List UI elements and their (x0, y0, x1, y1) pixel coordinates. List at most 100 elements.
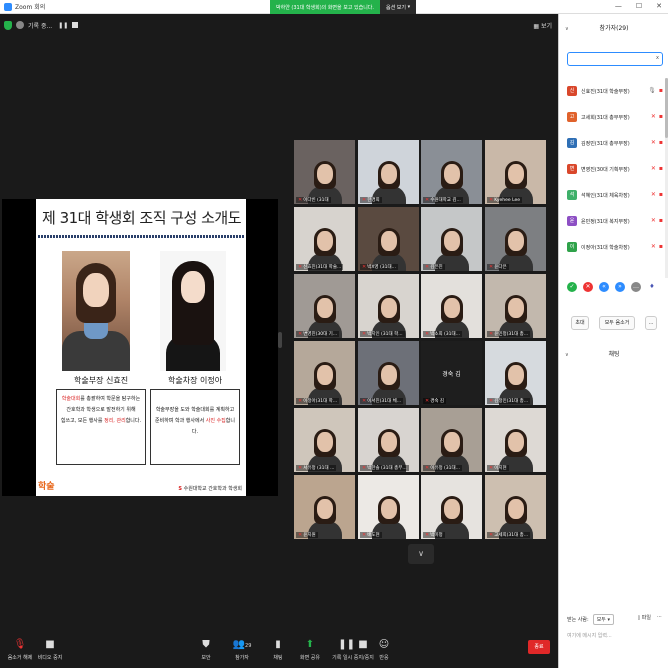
video-tile[interactable]: ✕ 김정민(31대 총... (485, 341, 546, 405)
stop-video-button[interactable]: ■ 비디오 중지 (30, 638, 70, 661)
mute-all-button[interactable]: 모두 음소거 (599, 316, 635, 330)
chat-recipient-select[interactable]: 모두 ▾ (592, 614, 614, 625)
participant-status-icons: 🎙 ▪ (648, 87, 663, 94)
next-page-button[interactable]: ∨ (408, 544, 434, 564)
chat-pane-header: ∨ 채팅 (559, 348, 668, 362)
stop-video-label: 비디오 중지 (37, 655, 63, 661)
video-tile[interactable]: ✕ Kyehee Lee (485, 140, 546, 204)
participant-name: 윤지원 (303, 533, 316, 538)
reactions-button[interactable]: ☺ 반응 (364, 638, 404, 661)
stop-recording-icon[interactable] (72, 22, 79, 28)
info-icon[interactable] (16, 21, 24, 29)
view-options-button[interactable]: 옵션 보기 ▾ (380, 0, 417, 14)
participant-name-label: ✕ 한경희 (360, 197, 382, 203)
video-tile[interactable]: ✕ 한경희 (358, 140, 419, 204)
collapse-chat-chevron-icon[interactable]: ∨ (565, 348, 569, 362)
participant-search-input[interactable]: x (567, 52, 663, 66)
mic-muted-icon: ✕ (362, 264, 367, 270)
video-tile[interactable]: ✕ 서유정 (31대 ... (294, 408, 355, 472)
chat-more-icon[interactable]: ⋯ (657, 614, 662, 621)
more-reactions-icon[interactable]: … (631, 282, 641, 292)
participant-name-label: ✕ 박지인 (31대 학... (360, 331, 405, 337)
mic-muted-icon: ✕ (362, 331, 367, 337)
video-tile[interactable]: ✕ 윤지원 (294, 475, 355, 539)
participant-row[interactable]: 신 신효진(31대 학술부장) 🎙 ▪ (559, 78, 668, 104)
mic-muted-icon: ✕ (489, 264, 494, 270)
participant-status-icons: ✕ ▪ (651, 191, 663, 198)
close-window-button[interactable]: ✕ (656, 2, 662, 10)
go-slower-icon[interactable]: « (599, 282, 609, 292)
participant-name: 고세희(31대 총... (494, 533, 529, 538)
pause-recording-icon[interactable]: ❚❚ (58, 22, 68, 29)
video-tile[interactable]: ✕ 윤다은 (485, 207, 546, 271)
coffee-icon[interactable]: ♦ (647, 282, 657, 292)
participant-name: 이서진(31대 체... (367, 399, 402, 404)
video-tile[interactable]: ✕ 박지인 (31대 학... (358, 274, 419, 338)
participant-row-name: 신효진(31대 학술부장) (581, 88, 630, 95)
participant-name: 김은진 (430, 265, 443, 270)
participant-status-icons: ✕ ▪ (651, 139, 663, 146)
participant-row[interactable]: 석 석혜인(31대 체육차장) ✕ ▪ (559, 182, 668, 208)
participants-button[interactable]: 👥29 참가자 (222, 638, 262, 661)
invite-button[interactable]: 초대 (571, 316, 589, 330)
slide-divider (38, 235, 244, 238)
video-tile[interactable]: ✕ 이유정 (31대... (421, 408, 482, 472)
video-tile[interactable]: ✕ 이지현 (485, 408, 546, 472)
participant-name-label: ✕ 이지현 (487, 465, 509, 471)
file-button[interactable]: ▯ 파일 (637, 614, 651, 621)
mic-muted-icon: ✕ (489, 398, 494, 404)
nonverbal-feedback-row: ✓ ✕ « » … ♦ (567, 282, 657, 292)
video-off-icon: ▪ (658, 87, 663, 94)
video-tile[interactable]: ✕ 박한솔 (31대 총무... (358, 408, 419, 472)
go-faster-icon[interactable]: » (615, 282, 625, 292)
participant-name-label: ✕ 고세희(31대 총... (487, 532, 531, 538)
video-tile[interactable]: ✕ 윤민정(31대 총... (485, 274, 546, 338)
participant-row[interactable]: 윤 윤민정(31대 복지부장) ✕ ▪ (559, 208, 668, 234)
participant-name-label: ✕ 서유정 (31대 ... (296, 465, 337, 471)
mic-muted-icon: ✕ (489, 331, 494, 337)
video-tile[interactable]: ✕ 배도현 (358, 475, 419, 539)
mic-muted-icon: ✕ (362, 197, 367, 203)
video-tile[interactable]: ✕ 수원대학교 김... (421, 140, 482, 204)
participant-row[interactable]: 변 변영진(30대 기획부장) ✕ ▪ (559, 156, 668, 182)
security-button[interactable]: ⛊ 보안 (186, 638, 226, 661)
participant-row[interactable]: 김 김정민(31대 총무부장) ✕ ▪ (559, 130, 668, 156)
end-meeting-button[interactable]: 종료 (528, 640, 550, 654)
more-options-button[interactable]: ... (645, 316, 657, 330)
no-x-icon[interactable]: ✕ (583, 282, 593, 292)
participant-name-label: ✕ 김은진 (423, 264, 445, 270)
share-screen-button[interactable]: ⬆ 화면 공유 (290, 638, 330, 661)
clear-search-icon[interactable]: x (656, 55, 659, 61)
panel-resize-handle[interactable] (278, 332, 282, 348)
maximize-button[interactable]: ☐ (636, 2, 642, 10)
video-tile[interactable]: ✕ 이정아(31대 학... (294, 341, 355, 405)
participant-row[interactable]: 고 고세희(31대 총무부장) ✕ ▪ (559, 104, 668, 130)
participant-name-label: ✕ 박미정 (423, 532, 445, 538)
video-tile[interactable]: ✕ 고세희(31대 총... (485, 475, 546, 539)
video-tile[interactable]: ✕ 김은진 (421, 207, 482, 271)
video-tile[interactable]: ✕ 박X영 (31대... (358, 207, 419, 271)
reaction-smiley-icon: ☺ (378, 639, 390, 650)
video-tile[interactable]: ✕ 신효진(31대 학술... (294, 207, 355, 271)
minimize-button[interactable]: — (615, 2, 622, 10)
yes-check-icon[interactable]: ✓ (567, 282, 577, 292)
video-tile[interactable]: ✕ 이다빈 (31대 (294, 140, 355, 204)
security-shield-icon[interactable] (4, 20, 12, 30)
video-tile[interactable]: ✕ 박미정 (421, 475, 482, 539)
reactions-label: 반응 (379, 655, 389, 661)
collapse-chevron-icon[interactable]: ∨ (565, 22, 569, 36)
video-tile[interactable]: ✕ 이서진(31대 체... (358, 341, 419, 405)
participant-name-label: ✕ 이정아(31대 학... (296, 398, 340, 404)
video-tile[interactable]: ✕ 변영진(30대 기... (294, 274, 355, 338)
participant-status-icons: ✕ ▪ (651, 243, 663, 250)
video-tile[interactable]: 경숙 김 ✕ 경숙 김 (421, 341, 482, 405)
participant-row[interactable]: 이 이정아(31대 학술차장) ✕ ▪ (559, 234, 668, 260)
avatar: 이 (567, 242, 577, 252)
share-status-text: 박하얀 (31대 학생회)의 화면을 보고 있습니다. (270, 0, 381, 14)
description-right: 학술부장을 도와 학술대회를 계획하고 준비하며 학과 행사에서 사진 수집합니… (150, 389, 240, 465)
mic-muted-icon: ✕ (298, 398, 303, 404)
chat-message-input[interactable]: 여기에 메시지 입력... (567, 632, 612, 639)
view-button[interactable]: ▦ 보기 (533, 21, 552, 30)
mic-muted-icon: ✕ (425, 398, 430, 404)
video-tile[interactable]: ✕ 박소희 (31대... (421, 274, 482, 338)
